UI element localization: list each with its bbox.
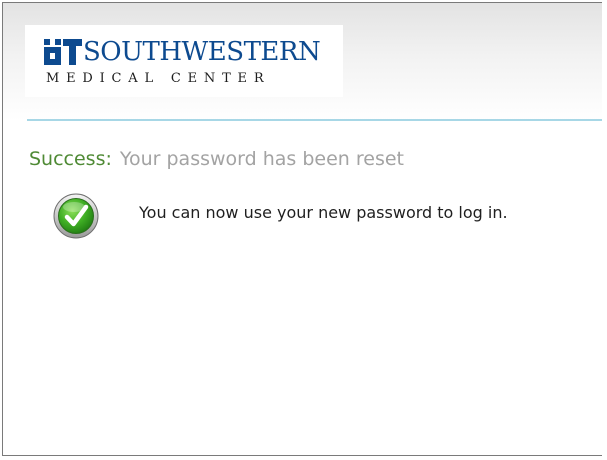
info-text: You can now use your new password to log…: [139, 203, 508, 222]
divider: [27, 119, 602, 121]
logo-name: SOUTHWESTERN: [83, 37, 321, 67]
status-message: Your password has been reset: [119, 148, 404, 170]
status-label: Success:: [29, 148, 112, 170]
logo-subtitle: MEDICAL CENTER: [46, 71, 271, 86]
ut-logo-mark-icon: [44, 39, 82, 65]
check-icon: [53, 193, 99, 239]
header: SOUTHWESTERN MEDICAL CENTER: [3, 3, 602, 121]
page-frame: SOUTHWESTERN MEDICAL CENTER Success: Your…: [2, 2, 602, 456]
logo: SOUTHWESTERN MEDICAL CENTER: [25, 25, 343, 97]
status-line: Success: Your password has been reset: [29, 148, 404, 170]
